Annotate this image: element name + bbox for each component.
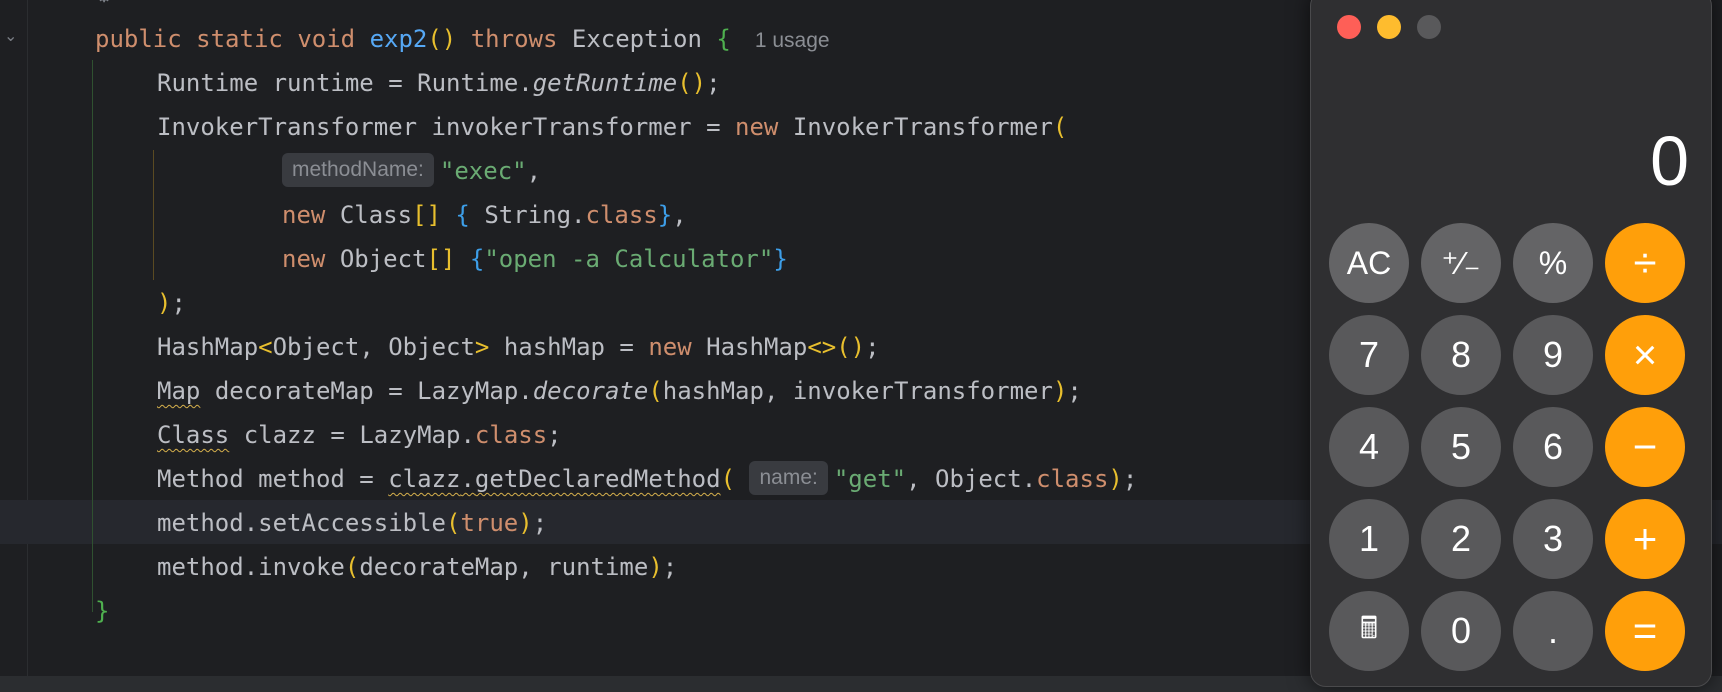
- code-line[interactable]: new Object[] {"open -a Calculator"}: [282, 237, 788, 281]
- method-gutter-icon[interactable]: ⚙: [96, 0, 112, 7]
- key-4[interactable]: 4: [1329, 407, 1409, 487]
- code-line[interactable]: Map decorateMap = LazyMap.decorate(hashM…: [157, 369, 1082, 413]
- method-name: exp2: [369, 25, 428, 53]
- calculator-keypad: AC ⁺∕₋% ÷ 7 8 9 × 4 5 6− 1 2 3 + 🖩 0. =: [1329, 223, 1685, 671]
- editor-gutter: [0, 0, 28, 692]
- plus-button[interactable]: +: [1605, 499, 1685, 579]
- code-line[interactable]: method.invoke(decorateMap, runtime);: [157, 545, 677, 589]
- usage-hint[interactable]: 1 usage: [755, 29, 830, 52]
- code-line[interactable]: Class clazz = LazyMap.class;: [157, 413, 562, 457]
- code-line[interactable]: Method method = clazz.getDeclaredMethod(…: [157, 457, 1137, 501]
- multiply-button[interactable]: ×: [1605, 315, 1685, 395]
- type-name: Exception: [571, 25, 702, 53]
- ac-button[interactable]: AC: [1329, 223, 1409, 303]
- code-line[interactable]: new Class[] { String.class},: [282, 193, 687, 237]
- keyword: public: [95, 25, 182, 53]
- key-2[interactable]: 2: [1421, 499, 1501, 579]
- parameter-hint: methodName:: [282, 153, 434, 187]
- code-line[interactable]: method.setAccessible(true);: [157, 501, 547, 545]
- code-line[interactable]: );: [157, 281, 186, 325]
- decimal-button[interactable]: .: [1513, 591, 1593, 671]
- key-7[interactable]: 7: [1329, 315, 1409, 395]
- key-9[interactable]: 9: [1513, 315, 1593, 395]
- keyword: void: [297, 25, 356, 53]
- warning-token: Map: [157, 377, 201, 405]
- keyword: static: [196, 25, 283, 53]
- indent-guide: [92, 60, 93, 612]
- warning-token: Class: [157, 421, 230, 449]
- fold-chevron-icon[interactable]: ⌄: [4, 26, 17, 45]
- code-line[interactable]: InvokerTransformer invokerTransformer = …: [157, 105, 1067, 149]
- code-line[interactable]: Runtime runtime = Runtime.getRuntime();: [157, 61, 721, 105]
- divide-button[interactable]: ÷: [1605, 223, 1685, 303]
- key-0[interactable]: 0: [1421, 591, 1501, 671]
- key-1[interactable]: 1: [1329, 499, 1409, 579]
- plus-minus-button[interactable]: ⁺∕₋: [1421, 223, 1501, 303]
- code-line[interactable]: methodName: "exec",: [282, 149, 541, 193]
- close-window-button[interactable]: [1337, 15, 1361, 39]
- zoom-window-button: [1417, 15, 1441, 39]
- key-5[interactable]: 5: [1421, 407, 1501, 487]
- calculator-display: 0: [1650, 122, 1689, 200]
- minimize-window-button[interactable]: [1377, 15, 1401, 39]
- key-3[interactable]: 3: [1513, 499, 1593, 579]
- minus-button[interactable]: −: [1605, 407, 1685, 487]
- indent-guide: [153, 150, 154, 280]
- equals-button[interactable]: =: [1605, 591, 1685, 671]
- key-6[interactable]: 6: [1513, 407, 1593, 487]
- code-line[interactable]: public static void exp2() throws Excepti…: [95, 17, 830, 61]
- calculator-icon[interactable]: 🖩: [1329, 591, 1409, 671]
- code-line[interactable]: HashMap<Object, Object> hashMap = new Ha…: [157, 325, 880, 369]
- keyword: throws: [470, 25, 558, 53]
- warning-token: clazz.getDeclaredMethod: [388, 465, 721, 493]
- calculator-window[interactable]: 0 AC ⁺∕₋% ÷ 7 8 9 × 4 5 6−1 2 3 + 🖩 0. =: [1310, 0, 1712, 687]
- code-line[interactable]: }: [95, 589, 109, 633]
- parameter-hint: name:: [749, 461, 828, 495]
- key-8[interactable]: 8: [1421, 315, 1501, 395]
- percent-button[interactable]: %: [1513, 223, 1593, 303]
